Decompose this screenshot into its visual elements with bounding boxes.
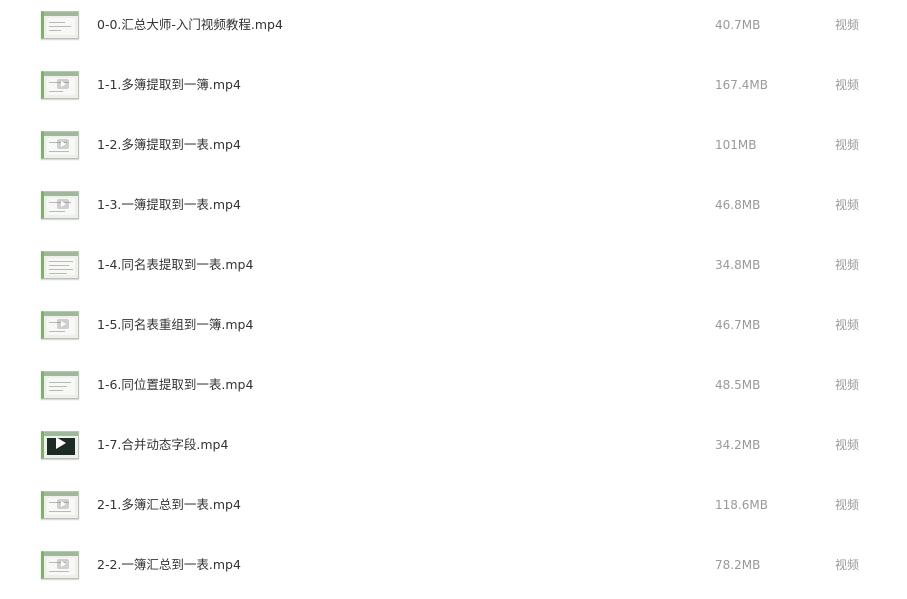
file-name[interactable]: 2-1.多簿汇总到一表.mp4	[97, 496, 241, 514]
file-size: 34.2MB	[715, 438, 761, 452]
file-name[interactable]: 1-7.合并动态字段.mp4	[97, 436, 228, 454]
file-name[interactable]: 1-2.多簿提取到一表.mp4	[97, 136, 241, 154]
file-size: 78.2MB	[715, 558, 761, 572]
file-type: 视频	[835, 78, 860, 92]
file-size: 167.4MB	[715, 78, 768, 92]
file-type: 视频	[835, 318, 860, 332]
file-size: 46.7MB	[715, 318, 761, 332]
file-type: 视频	[835, 138, 860, 152]
file-type: 视频	[835, 378, 860, 392]
video-thumbnail-dark-icon	[41, 431, 79, 459]
video-thumbnail-icon	[41, 71, 79, 99]
file-size: 48.5MB	[715, 378, 761, 392]
file-size: 101MB	[715, 138, 757, 152]
file-type: 视频	[835, 558, 860, 572]
file-name[interactable]: 1-4.同名表提取到一表.mp4	[97, 256, 253, 274]
file-size: 46.8MB	[715, 198, 761, 212]
video-thumbnail-icon	[41, 491, 79, 519]
video-thumbnail-icon	[41, 371, 79, 399]
file-row[interactable]: 2-2.一簿汇总到一表.mp4 78.2MB 视频	[0, 551, 907, 599]
file-name[interactable]: 1-1.多簿提取到一簿.mp4	[97, 76, 241, 94]
file-name[interactable]: 1-6.同位置提取到一表.mp4	[97, 376, 253, 394]
file-size: 34.8MB	[715, 258, 761, 272]
file-type: 视频	[835, 258, 860, 272]
video-thumbnail-icon	[41, 191, 79, 219]
video-thumbnail-icon	[41, 11, 79, 39]
file-size: 118.6MB	[715, 498, 768, 512]
video-thumbnail-icon	[41, 131, 79, 159]
file-name[interactable]: 0-0.汇总大师-入门视频教程.mp4	[97, 16, 283, 34]
file-size: 40.7MB	[715, 18, 761, 32]
video-thumbnail-icon	[41, 551, 79, 579]
file-type: 视频	[835, 18, 860, 32]
file-name[interactable]: 1-3.一簿提取到一表.mp4	[97, 196, 241, 214]
file-type: 视频	[835, 438, 860, 452]
file-type: 视频	[835, 498, 860, 512]
file-list: 0-0.汇总大师-入门视频教程.mp4 40.7MB 视频 1-1.多簿提取到一…	[0, 0, 907, 599]
file-type: 视频	[835, 198, 860, 212]
file-name[interactable]: 1-5.同名表重组到一簿.mp4	[97, 316, 253, 334]
video-thumbnail-icon	[41, 311, 79, 339]
file-name[interactable]: 2-2.一簿汇总到一表.mp4	[97, 556, 241, 574]
video-thumbnail-icon	[41, 251, 79, 279]
